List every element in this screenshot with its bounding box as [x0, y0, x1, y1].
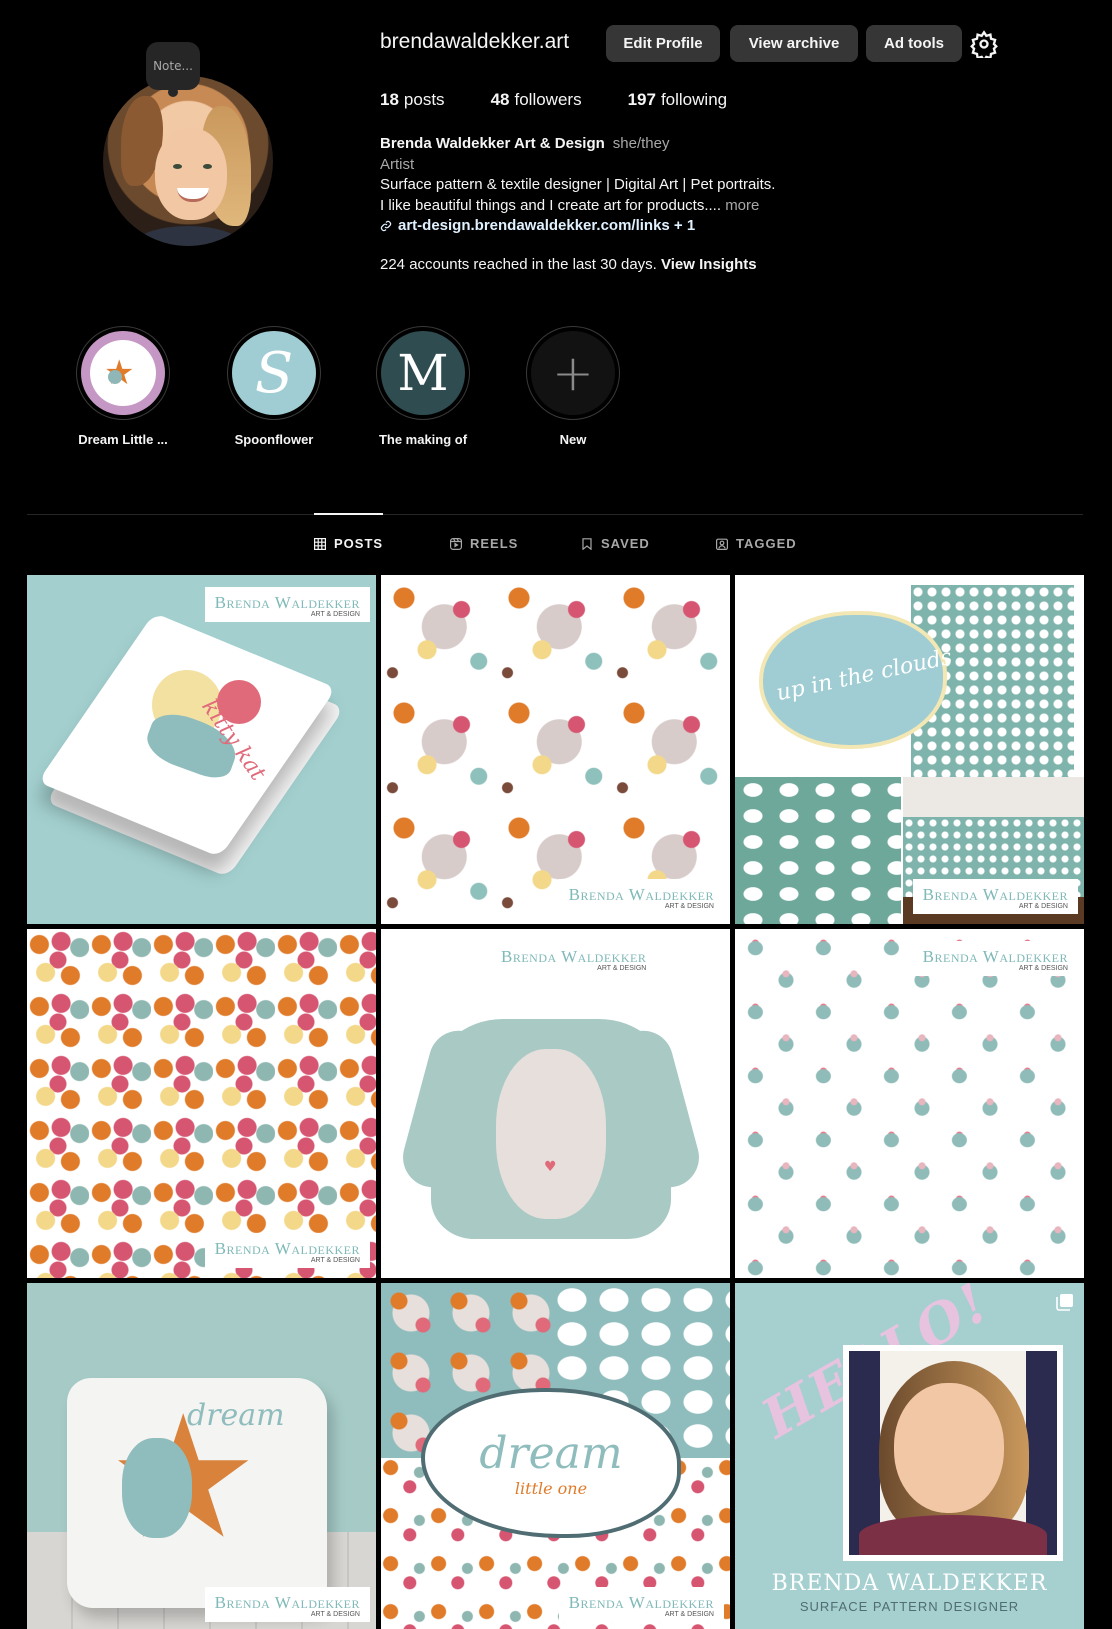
pattern-image: [27, 929, 376, 1278]
highlight-cover: M: [381, 331, 465, 415]
insights-summary: 224 accounts reached in the last 30 days…: [380, 255, 900, 276]
link-icon: [380, 221, 392, 232]
grid-icon: [314, 537, 326, 550]
portrait-photo: [843, 1345, 1063, 1561]
note-bubble[interactable]: Note...: [146, 42, 200, 97]
tabs-divider: [27, 514, 1083, 515]
highlight-label: New: [559, 432, 587, 447]
highlight-label: Dream Little ...: [78, 432, 168, 447]
carousel-icon: [1056, 1294, 1073, 1311]
view-archive-button[interactable]: View archive: [730, 25, 858, 62]
brand-logo: Brenda Waldekker ART & DESIGN: [491, 941, 657, 976]
bear-illustration: [496, 1049, 606, 1219]
post-star-bear-pattern[interactable]: Brenda Waldekker ART & DESIGN: [381, 575, 730, 924]
spoonflower-logo: S: [254, 340, 294, 406]
pattern-image: [735, 929, 1084, 1278]
highlight-new[interactable]: + New: [518, 326, 628, 447]
highlight-ring: S: [227, 326, 321, 420]
brand-logo: Brenda Waldekker ART & DESIGN: [204, 1587, 370, 1622]
teddy-illustration: [122, 1438, 192, 1538]
ad-tools-button[interactable]: Ad tools: [866, 25, 962, 62]
reels-icon: [450, 537, 462, 550]
bio-link-text: art-design.brendawaldekker.com/links + 1: [398, 217, 696, 234]
tab-tagged[interactable]: TAGGED: [716, 536, 797, 551]
bio-link[interactable]: art-design.brendawaldekker.com/links + 1: [380, 216, 900, 237]
highlight-ring: +: [526, 326, 620, 420]
note-text: Note...: [153, 59, 193, 73]
brand-logo: Brenda Waldekker ART & DESIGN: [912, 941, 1078, 976]
post-art-subtext: little one: [514, 1479, 588, 1498]
bio-line-1: Surface pattern & textile designer | Dig…: [380, 176, 776, 193]
active-tab-indicator: [314, 513, 383, 515]
category-label: Artist: [380, 155, 415, 173]
post-art-text: dream: [479, 1428, 623, 1479]
highlight-cover: ★: [81, 331, 165, 415]
post-hearts-pattern[interactable]: Brenda Waldekker ART & DESIGN: [27, 929, 376, 1278]
profile-bio: Brenda Waldekker Art & Design she/they Ar…: [380, 134, 900, 275]
highlight-label: The making of: [378, 432, 468, 447]
display-name: Brenda Waldekker Art & Design: [380, 135, 605, 152]
followers-count[interactable]: 48 followers: [491, 90, 582, 110]
highlight-cover: S: [232, 331, 316, 415]
highlight-ring: M: [376, 326, 470, 420]
posts-grid: kitty kat Brenda Waldekker ART & DESIGN …: [27, 575, 1084, 1629]
tab-reels[interactable]: REELS: [450, 536, 518, 551]
letter-m-logo: M: [397, 344, 449, 402]
post-art-text: dream: [187, 1398, 285, 1433]
pronouns: she/they: [612, 135, 670, 152]
brand-logo: Brenda Waldekker ART & DESIGN: [912, 879, 1078, 914]
brand-logo: Brenda Waldekker ART & DESIGN: [204, 587, 370, 622]
post-bunnies-pattern[interactable]: Brenda Waldekker ART & DESIGN: [735, 929, 1084, 1278]
tab-posts[interactable]: POSTS: [314, 536, 383, 551]
insights-text: 224 accounts reached in the last 30 days…: [380, 255, 657, 273]
highlight-label: Spoonflower: [234, 432, 314, 447]
following-count[interactable]: 197 following: [628, 90, 728, 110]
bio-more-link[interactable]: more: [725, 197, 759, 214]
view-insights-link[interactable]: View Insights: [661, 256, 757, 273]
highlight-the-making-of[interactable]: M The making of: [368, 326, 478, 447]
brand-logo: Brenda Waldekker ART & DESIGN: [558, 879, 724, 914]
highlight-spoonflower[interactable]: S Spoonflower: [219, 326, 329, 447]
bio-line-2: I like beautiful things and I create art…: [380, 196, 722, 214]
post-up-in-the-clouds[interactable]: up in the clouds Brenda Waldekker ART & …: [735, 575, 1084, 924]
post-hello-portrait[interactable]: HELLO! BRENDA WALDEKKER SURFACE PATTERN …: [735, 1283, 1084, 1629]
brand-logo: Brenda Waldekker ART & DESIGN: [558, 1587, 724, 1622]
portrait-title: SURFACE PATTERN DESIGNER: [799, 1599, 1020, 1614]
post-kitty-kat[interactable]: kitty kat Brenda Waldekker ART & DESIGN: [27, 575, 376, 924]
post-dream-pillow[interactable]: ★ dream Brenda Waldekker ART & DESIGN: [27, 1283, 376, 1629]
avatar-image: [103, 76, 273, 246]
fabric-mockup: [735, 777, 901, 924]
portrait-name: BRENDA WALDEKKER: [771, 1571, 1048, 1596]
posts-count: 18 posts: [380, 90, 445, 109]
highlight-dream-little-one[interactable]: ★ Dream Little ...: [68, 326, 178, 447]
username: brendawaldekker.art: [380, 30, 570, 53]
highlight-cover: +: [531, 331, 615, 415]
tab-saved[interactable]: SAVED: [581, 536, 650, 551]
profile-stats: 18 posts 48 followers 197 following: [380, 90, 727, 110]
post-baby-onesie[interactable]: ♥ Brenda Waldekker ART & DESIGN: [381, 929, 730, 1278]
settings-gear-icon[interactable]: [970, 30, 998, 58]
tagged-icon: [716, 538, 728, 550]
highlight-ring: ★: [76, 326, 170, 420]
profile-avatar[interactable]: [103, 76, 273, 246]
bookmark-icon: [582, 537, 592, 550]
pattern-image: [381, 575, 730, 924]
edit-profile-button[interactable]: Edit Profile: [606, 25, 720, 62]
post-dream-little-one-collection[interactable]: dream little one Brenda Waldekker ART & …: [381, 1283, 730, 1629]
brand-logo: Brenda Waldekker ART & DESIGN: [204, 1233, 370, 1268]
heart-icon: ♥: [544, 1159, 557, 1175]
plus-icon: +: [552, 344, 594, 402]
